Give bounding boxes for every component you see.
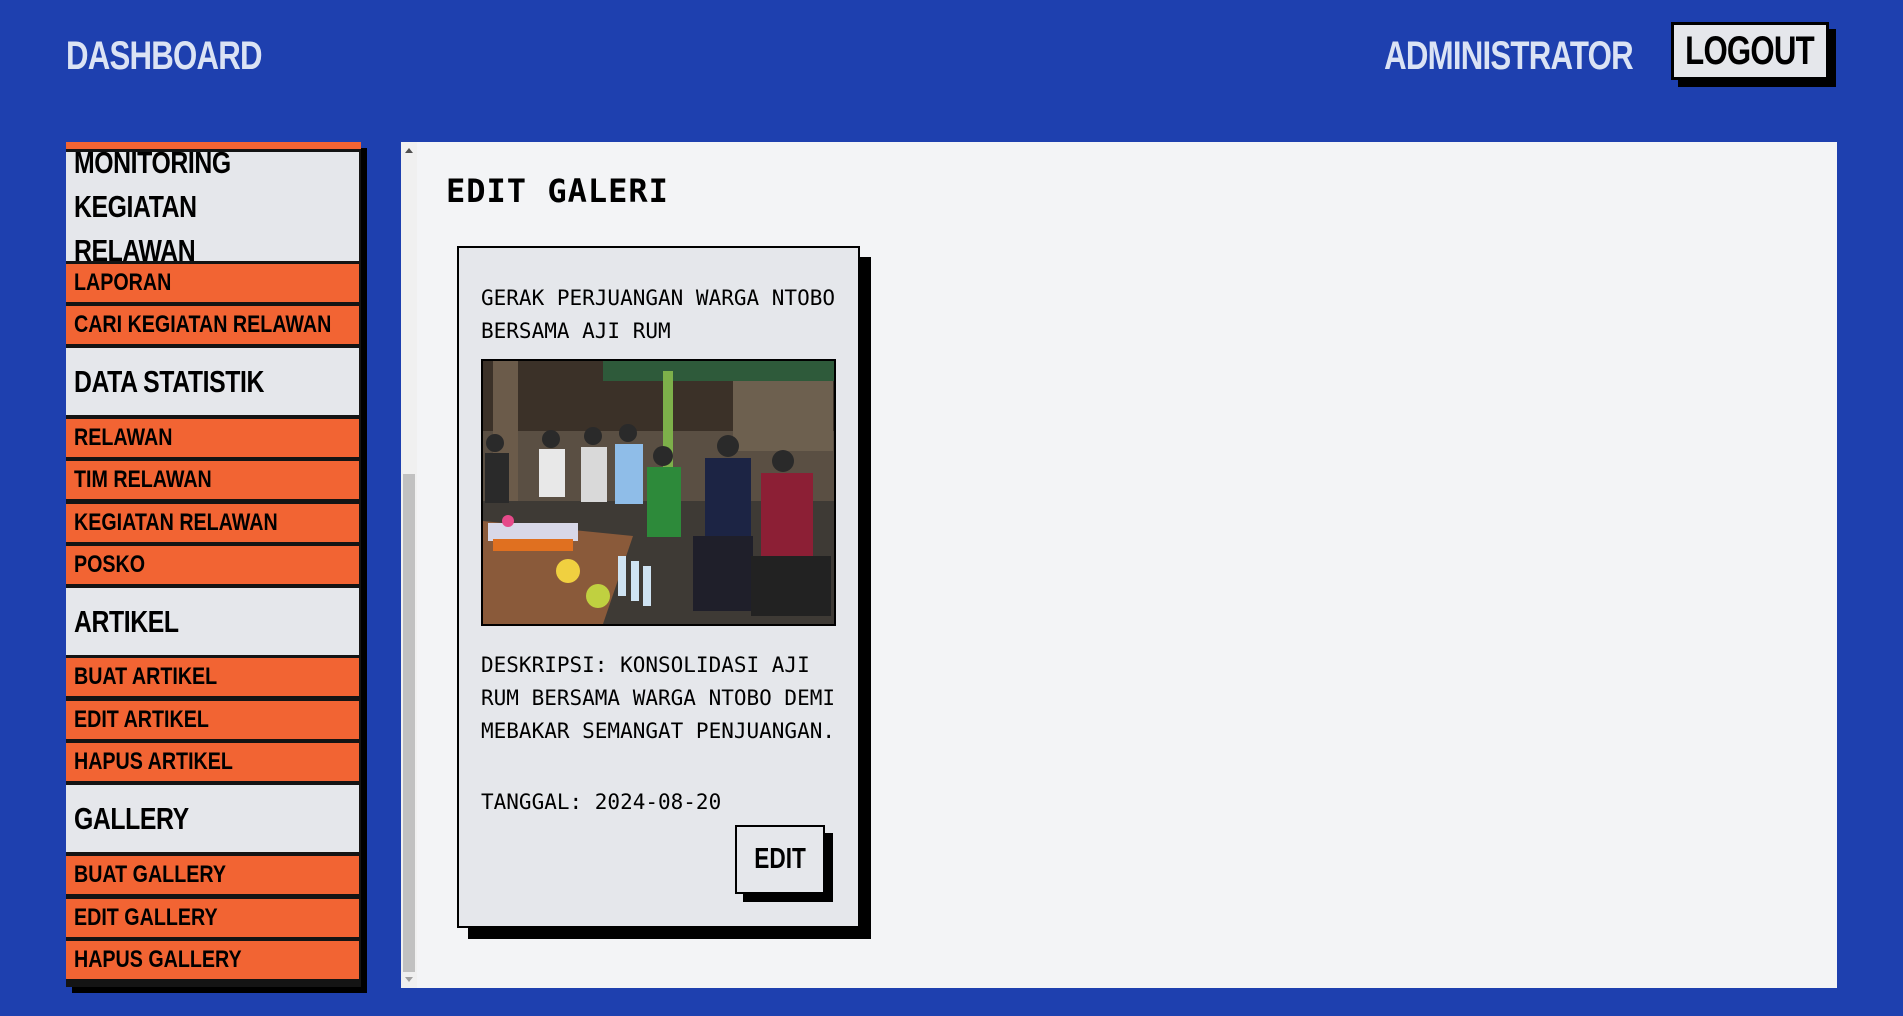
gallery-photo [481, 359, 836, 626]
gallery-card-title: GERAK PERJUANGAN WARGA NTOBO BERSAMA AJI… [481, 286, 836, 343]
sidebar-item-label: EDIT GALLERY [74, 904, 218, 931]
sidebar-item-label: BUAT GALLERY [74, 861, 226, 888]
sidebar-item-edit-artikel[interactable]: EDIT ARTIKEL [66, 701, 359, 739]
gallery-card: GERAK PERJUANGAN WARGA NTOBO BERSAMA AJI… [457, 246, 860, 928]
sidebar-section-gallery[interactable]: GALLERY [66, 785, 359, 852]
sidebar-item-label: BUAT ARTIKEL [74, 663, 218, 690]
sidebar-item-kegiatan-relawan[interactable]: KEGIATAN RELAWAN [66, 504, 359, 542]
sidebar-section-title: DATA STATISTIK [74, 363, 265, 399]
dashboard-brand[interactable]: DASHBOARD [66, 34, 263, 79]
sidebar-item-label: RELAWAN [74, 424, 173, 451]
scrollbar-thumb[interactable] [403, 474, 415, 972]
sidebar-item-label: POSKO [74, 551, 146, 578]
scroll-up-arrow-icon[interactable] [405, 148, 413, 153]
sidebar-item-label: HAPUS GALLERY [74, 946, 242, 973]
page-title: EDIT GALERI [446, 172, 669, 210]
sidebar-section-title: GALLERY [74, 800, 189, 836]
sidebar-item-cari-kegiatan-relawan[interactable]: CARI KEGIATAN RELAWAN [66, 306, 359, 344]
sidebar-item-buat-gallery[interactable]: BUAT GALLERY [66, 856, 359, 894]
sidebar-item-hapus-artikel[interactable]: HAPUS ARTIKEL [66, 743, 359, 781]
sidebar-item-buat-artikel[interactable]: BUAT ARTIKEL [66, 658, 359, 696]
sidebar-section-data-statistik[interactable]: DATA STATISTIK [66, 348, 359, 415]
sidebar-section-title: MONITORING KEGIATAN RELAWAN [74, 144, 231, 268]
sidebar-section-monitoring[interactable]: MONITORING KEGIATAN RELAWAN [66, 145, 359, 268]
sidebar-item-laporan[interactable]: LAPORAN [66, 264, 359, 302]
sidebar-item-label: HAPUS ARTIKEL [74, 748, 233, 775]
sidebar-item-label: EDIT ARTIKEL [74, 706, 209, 733]
sidebar-scrollbar[interactable] [401, 142, 417, 988]
sidebar-section-artikel[interactable]: ARTIKEL [66, 588, 359, 655]
logout-button[interactable]: LOGOUT [1671, 22, 1829, 80]
sidebar-item-posko[interactable]: POSKO [66, 546, 359, 584]
sidebar-item-tim-relawan[interactable]: TIM RELAWAN [66, 461, 359, 499]
edit-button[interactable]: EDIT [735, 825, 825, 894]
scroll-down-arrow-icon[interactable] [405, 977, 413, 982]
sidebar-item-label: LAPORAN [74, 269, 172, 296]
sidebar-item-edit-gallery[interactable]: EDIT GALLERY [66, 899, 359, 937]
sidebar-section-title: ARTIKEL [74, 603, 179, 639]
sidebar-item-relawan[interactable]: RELAWAN [66, 419, 359, 457]
gallery-card-description: DESKRIPSI: KONSOLIDASI AJI RUM BERSAMA W… [481, 653, 836, 743]
sidebar-item-label: CARI KEGIATAN RELAWAN [74, 311, 332, 338]
main-panel: EDIT GALERI GERAK PERJUANGAN WARGA NTOBO… [401, 142, 1837, 988]
user-role-label: ADMINISTRATOR [1384, 34, 1633, 78]
sidebar: MONITORING KEGIATAN RELAWAN LAPORAN CARI… [66, 142, 361, 987]
sidebar-item-hapus-gallery[interactable]: HAPUS GALLERY [66, 941, 359, 979]
sidebar-item-label: KEGIATAN RELAWAN [74, 509, 278, 536]
edit-button-label: EDIT [754, 843, 806, 875]
gallery-card-date: TANGGAL: 2024-08-20 [481, 790, 722, 814]
logout-label: LOGOUT [1685, 28, 1816, 73]
sidebar-item-label: TIM RELAWAN [74, 466, 212, 493]
